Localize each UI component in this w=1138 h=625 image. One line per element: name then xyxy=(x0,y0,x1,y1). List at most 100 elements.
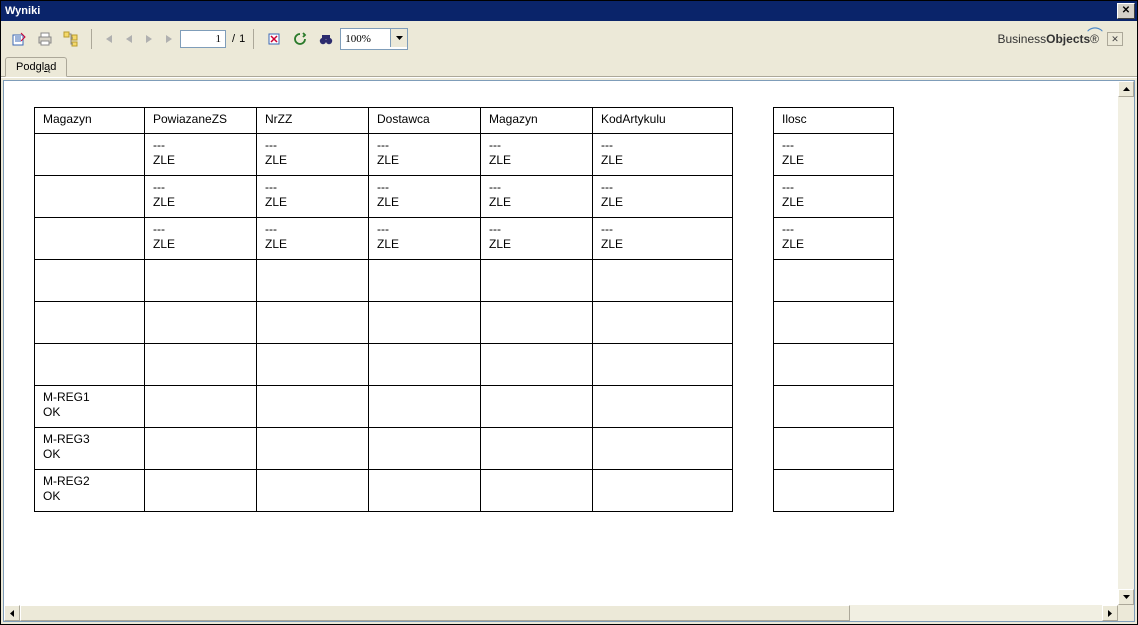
first-page-icon xyxy=(104,34,114,44)
table-cell xyxy=(369,470,481,512)
vertical-scrollbar[interactable] xyxy=(1118,81,1134,605)
table-cell xyxy=(145,260,257,302)
content-wrap: MagazynPowiazaneZSNrZZDostawcaMagazynKod… xyxy=(1,77,1137,624)
table-cell: ---ZLE xyxy=(593,176,733,218)
table-cell xyxy=(145,302,257,344)
table-row xyxy=(35,260,733,302)
table-cell xyxy=(593,386,733,428)
scroll-corner xyxy=(1118,605,1134,621)
table-cell xyxy=(257,302,369,344)
table-cell: ---ZLE xyxy=(145,176,257,218)
table-cell: ---ZLE xyxy=(257,134,369,176)
scroll-thumb-horizontal[interactable] xyxy=(20,605,850,621)
page-separator: / xyxy=(232,33,235,45)
report-viewport[interactable]: MagazynPowiazaneZSNrZZDostawcaMagazynKod… xyxy=(3,80,1135,622)
table-cell: ---ZLE xyxy=(481,218,593,260)
chevron-up-icon xyxy=(1123,87,1130,91)
horizontal-scrollbar[interactable] xyxy=(4,605,1134,621)
prev-page-button[interactable] xyxy=(120,30,138,48)
stop-button[interactable] xyxy=(262,27,286,51)
prev-page-icon xyxy=(125,34,133,44)
table-row: M-REG3OK xyxy=(35,428,733,470)
report-page: MagazynPowiazaneZSNrZZDostawcaMagazynKod… xyxy=(4,81,1134,512)
table-row: ---ZLE xyxy=(774,218,894,260)
table-cell xyxy=(593,428,733,470)
table-cell xyxy=(369,386,481,428)
next-page-button[interactable] xyxy=(140,30,158,48)
table-row xyxy=(774,302,894,344)
table-cell xyxy=(35,302,145,344)
column-header: NrZZ xyxy=(257,108,369,134)
refresh-button[interactable] xyxy=(288,27,312,51)
table-cell: ---ZLE xyxy=(481,176,593,218)
table-row: M-REG2OK xyxy=(35,470,733,512)
table-cell xyxy=(774,428,894,470)
table-cell: ---ZLE xyxy=(593,134,733,176)
table-row: ---ZLE xyxy=(774,134,894,176)
zoom-dropdown-arrow[interactable] xyxy=(390,29,407,47)
table-cell xyxy=(369,260,481,302)
table-cell: M-REG1OK xyxy=(35,386,145,428)
table-cell xyxy=(145,428,257,470)
table-cell xyxy=(481,302,593,344)
table-cell xyxy=(481,470,593,512)
toolbar-separator xyxy=(91,29,92,49)
tab-preview[interactable]: Podgląd xyxy=(5,57,67,77)
table-cell: ---ZLE xyxy=(774,218,894,260)
table-cell xyxy=(481,260,593,302)
page-number-input[interactable] xyxy=(180,30,226,48)
table-row: ---ZLE---ZLE---ZLE---ZLE---ZLE xyxy=(35,218,733,260)
table-cell: ---ZLE xyxy=(369,218,481,260)
scroll-left-button[interactable] xyxy=(4,605,20,621)
table-cell xyxy=(774,260,894,302)
table-cell xyxy=(35,260,145,302)
table-cell: ---ZLE xyxy=(257,176,369,218)
page-total: 1 xyxy=(239,33,245,45)
scroll-track-horizontal[interactable] xyxy=(20,605,1102,621)
table-cell xyxy=(774,344,894,386)
table-cell xyxy=(369,428,481,470)
export-button[interactable] xyxy=(7,27,31,51)
print-icon xyxy=(37,31,53,47)
table-cell xyxy=(593,302,733,344)
scroll-down-button[interactable] xyxy=(1118,589,1134,605)
table-cell xyxy=(257,260,369,302)
export-icon xyxy=(11,31,27,47)
table-cell: ---ZLE xyxy=(593,218,733,260)
stop-icon xyxy=(266,31,282,47)
table-cell: ---ZLE xyxy=(774,134,894,176)
table-cell xyxy=(593,260,733,302)
table-row xyxy=(774,260,894,302)
table-cell: ---ZLE xyxy=(369,134,481,176)
zoom-select[interactable]: 100% xyxy=(340,28,408,50)
panel-close-button[interactable]: ✕ xyxy=(1107,32,1123,46)
tab-row: Podgląd xyxy=(1,57,1137,76)
tables-container: MagazynPowiazaneZSNrZZDostawcaMagazynKod… xyxy=(34,107,1134,512)
table-row: ---ZLE---ZLE---ZLE---ZLE---ZLE xyxy=(35,134,733,176)
table-cell xyxy=(369,302,481,344)
first-page-button[interactable] xyxy=(100,30,118,48)
table-cell: ---ZLE xyxy=(481,134,593,176)
group-tree-button[interactable] xyxy=(59,27,83,51)
table-row xyxy=(774,344,894,386)
print-button[interactable] xyxy=(33,27,57,51)
table-cell xyxy=(257,428,369,470)
table-cell xyxy=(35,134,145,176)
last-page-button[interactable] xyxy=(160,30,178,48)
table-cell xyxy=(774,386,894,428)
results-table-qty: Ilosc ---ZLE---ZLE---ZLE xyxy=(773,107,894,512)
chevron-right-icon xyxy=(1108,610,1112,617)
close-button[interactable]: ✕ xyxy=(1117,3,1135,19)
scroll-track-vertical[interactable] xyxy=(1118,97,1134,589)
scroll-up-button[interactable] xyxy=(1118,81,1134,97)
table-row xyxy=(35,344,733,386)
find-button[interactable] xyxy=(314,27,338,51)
column-header: Dostawca xyxy=(369,108,481,134)
table-row: ---ZLE---ZLE---ZLE---ZLE---ZLE xyxy=(35,176,733,218)
toolbar-separator xyxy=(253,29,254,49)
scroll-right-button[interactable] xyxy=(1102,605,1118,621)
table-cell xyxy=(35,344,145,386)
table-row: M-REG1OK xyxy=(35,386,733,428)
column-header: Magazyn xyxy=(35,108,145,134)
toolbar-area: / 1 100% ⌒ B xyxy=(1,21,1137,77)
